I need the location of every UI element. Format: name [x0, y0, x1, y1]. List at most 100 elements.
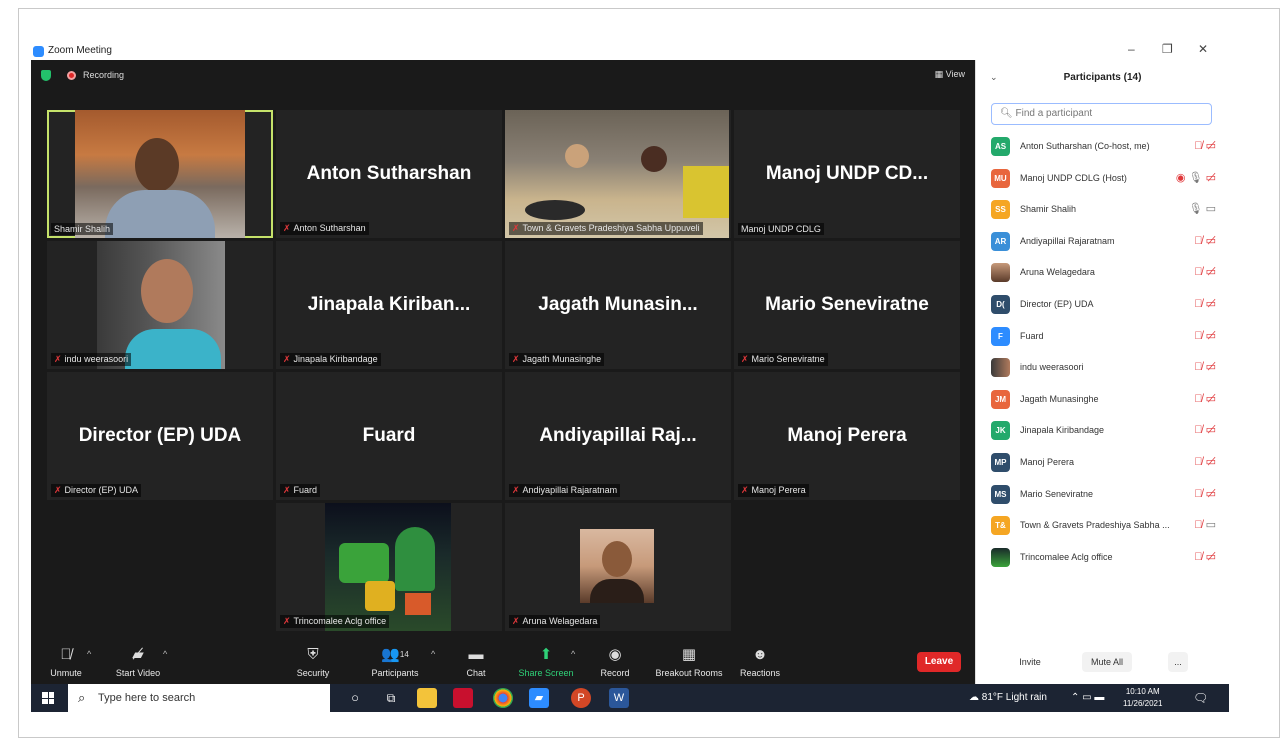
video-tile-director[interactable]: Director (EP) UDA ✗ Director (EP) UDA: [47, 372, 273, 500]
minimize-button[interactable]: –: [1128, 42, 1135, 56]
title-bar: Zoom Meeting: [31, 44, 1229, 60]
breakout-rooms-icon: ▦: [681, 646, 697, 663]
start-video-label: Start Video: [115, 668, 161, 678]
taskbar-search-input[interactable]: ⌕ Type here to search: [68, 684, 330, 712]
participant-list: AS Anton Sutharshan (Co-host, me) 🎙̸ ▭̸ …: [976, 132, 1230, 574]
close-button[interactable]: ✕: [1198, 42, 1208, 56]
avatar: SS: [991, 200, 1010, 220]
participants-caret[interactable]: ^: [431, 649, 435, 659]
meeting-toolbar: 🎙̸ Unmute ^ ▰̸ Start Video ^ ⛨ Security …: [31, 640, 975, 684]
view-button[interactable]: ▦ View: [935, 69, 965, 80]
muted-mic-icon: ✗: [54, 485, 62, 495]
video-tile-shamir[interactable]: Shamir Shalih: [47, 110, 273, 238]
powerpoint-icon[interactable]: P: [571, 688, 591, 708]
muted-mic-icon: ✗: [741, 354, 749, 364]
participant-row[interactable]: F Fuard 🎙̸ ▭̸: [976, 322, 1230, 354]
avatar: [991, 547, 1010, 567]
unmute-button[interactable]: 🎙̸ Unmute: [43, 646, 89, 678]
security-button[interactable]: ⛨ Security: [289, 646, 337, 678]
tile-name-text: Jinapala Kiribandage: [293, 354, 378, 364]
participant-row[interactable]: SS Shamir Shalih 🎙 ▭: [976, 195, 1230, 227]
leave-button[interactable]: Leave: [917, 652, 961, 672]
tile-name-text: Trincomalee Aclg office: [293, 616, 387, 626]
video-tile-trincomalee[interactable]: ✗ Trincomalee Aclg office: [276, 503, 502, 631]
participant-name: Manoj UNDP CDLG (Host): [1020, 172, 1127, 183]
zoom-taskbar-icon[interactable]: ▰: [529, 688, 549, 708]
more-options-button[interactable]: ...: [1168, 652, 1188, 672]
video-tile-jagath[interactable]: Jagath Munasin... ✗ Jagath Munasinghe: [505, 241, 731, 369]
reactions-button[interactable]: ☻ Reactions: [737, 646, 783, 678]
participant-row[interactable]: T& Town & Gravets Pradeshiya Sabha ... 🎙…: [976, 511, 1230, 543]
app-icon[interactable]: [453, 688, 473, 708]
participant-row[interactable]: JM Jagath Munasinghe 🎙̸ ▭̸: [976, 385, 1230, 417]
participant-row[interactable]: MP Manoj Perera 🎙̸ ▭̸: [976, 448, 1230, 480]
participant-row[interactable]: MU Manoj UNDP CDLG (Host) ◉ 🎙 ▭̸: [976, 164, 1230, 196]
file-explorer-icon[interactable]: [417, 688, 437, 708]
participants-count: 14: [399, 650, 409, 659]
participant-row[interactable]: D( Director (EP) UDA 🎙̸ ▭̸: [976, 290, 1230, 322]
participant-status-icons: 🎙 ▭: [1188, 203, 1216, 216]
start-video-button[interactable]: ▰̸ Start Video: [109, 646, 167, 678]
chat-icon: ▬: [468, 646, 484, 663]
tile-name-label: ✗ Jinapala Kiribandage: [280, 353, 381, 366]
avatar: MP: [991, 452, 1010, 472]
participants-button[interactable]: 👥14 Participants: [367, 646, 423, 678]
participant-row[interactable]: Aruna Welagedara 🎙̸ ▭̸: [976, 258, 1230, 290]
video-tile-aruna[interactable]: ✗ Aruna Welagedara: [505, 503, 731, 631]
participant-row[interactable]: AS Anton Sutharshan (Co-host, me) 🎙̸ ▭̸: [976, 132, 1230, 164]
muted-mic-icon: ✗: [54, 354, 62, 364]
audio-options-caret[interactable]: ^: [87, 649, 91, 659]
system-tray-icons[interactable]: ⌃ ▭ ▬: [1071, 684, 1104, 712]
participant-row[interactable]: AR Andiyapillai Rajaratnam 🎙̸ ▭̸: [976, 227, 1230, 259]
search-icon: ⌕: [78, 690, 86, 705]
tile-name-label: ✗ Jagath Munasinghe: [509, 353, 605, 366]
video-tile-town-gravets[interactable]: ✗ Town & Gravets Pradeshiya Sabha Uppuvel…: [505, 110, 731, 238]
video-tile-manoj-perera[interactable]: Manoj Perera ✗ Manoj Perera: [734, 372, 960, 500]
word-icon[interactable]: W: [609, 688, 629, 708]
encryption-shield-icon[interactable]: [41, 70, 51, 81]
avatar: AR: [991, 231, 1010, 251]
taskbar-clock[interactable]: 10:10 AM 11/26/2021: [1123, 686, 1162, 710]
windows-taskbar: ⌕ Type here to search ○ ⧉ ▰ P W ☁ 81°F L…: [31, 684, 1229, 712]
share-screen-label: Share Screen: [518, 668, 574, 678]
clock-time: 10:10 AM: [1125, 687, 1160, 696]
breakout-rooms-button[interactable]: ▦ Breakout Rooms: [651, 646, 727, 678]
video-tile-jinapala[interactable]: Jinapala Kiriban... ✗ Jinapala Kiribandag…: [276, 241, 502, 369]
video-tile-andiyapillai[interactable]: Andiyapillai Raj... ✗ Andiyapillai Rajara…: [505, 372, 731, 500]
cortana-icon[interactable]: ○: [345, 688, 365, 708]
maximize-button[interactable]: ❐: [1162, 42, 1173, 56]
participant-name: Jinapala Kiribandage: [1020, 425, 1105, 436]
task-view-icon[interactable]: ⧉: [381, 688, 401, 708]
record-button[interactable]: ◉ Record: [597, 646, 633, 678]
weather-widget[interactable]: ☁ 81°F Light rain: [969, 684, 1047, 712]
participant-name: indu weerasoori: [1020, 362, 1084, 373]
participant-search-input[interactable]: 🔍︎ Find a participant: [991, 103, 1212, 125]
share-screen-button[interactable]: ⬆ Share Screen: [515, 646, 577, 678]
participant-status-icons: 🎙̸ ▭̸: [1194, 550, 1216, 563]
mute-all-button[interactable]: Mute All: [1082, 652, 1132, 672]
participant-row[interactable]: Trincomalee Aclg office 🎙̸ ▭̸: [976, 543, 1230, 575]
unmute-label: Unmute: [50, 668, 82, 678]
chat-button[interactable]: ▬ Chat: [463, 646, 489, 678]
windows-start-icon[interactable]: [42, 692, 54, 704]
invite-button[interactable]: Invite: [1012, 652, 1048, 672]
avatar: [991, 263, 1010, 283]
participants-footer: Invite Mute All ...: [976, 650, 1230, 674]
share-options-caret[interactable]: ^: [571, 649, 575, 659]
video-options-caret[interactable]: ^: [163, 649, 167, 659]
tile-display-name: Andiyapillai Raj...: [539, 425, 697, 446]
video-tile-mario[interactable]: Mario Seneviratne ✗ Mario Seneviratne: [734, 241, 960, 369]
avatar: MS: [991, 484, 1010, 504]
muted-mic-icon: ✗: [741, 485, 749, 495]
participant-row[interactable]: JK Jinapala Kiribandage 🎙̸ ▭̸: [976, 416, 1230, 448]
participant-status-icons: 🎙̸ ▭̸: [1194, 266, 1216, 279]
notifications-icon[interactable]: 🗨: [1193, 684, 1208, 712]
video-tile-manoj-undp[interactable]: Manoj UNDP CD... Manoj UNDP CDLG: [734, 110, 960, 238]
video-tile-fuard[interactable]: Fuard ✗ Fuard: [276, 372, 502, 500]
participant-row[interactable]: MS Mario Seneviratne 🎙̸ ▭̸: [976, 480, 1230, 512]
video-tile-indu[interactable]: ✗ indu weerasoori: [47, 241, 273, 369]
participant-row[interactable]: indu weerasoori 🎙̸ ▭̸: [976, 353, 1230, 385]
video-tile-anton[interactable]: Anton Sutharshan ✗ Anton Sutharshan: [276, 110, 502, 238]
participant-status-icons: 🎙̸ ▭̸: [1194, 487, 1216, 500]
chrome-icon[interactable]: [493, 688, 513, 708]
